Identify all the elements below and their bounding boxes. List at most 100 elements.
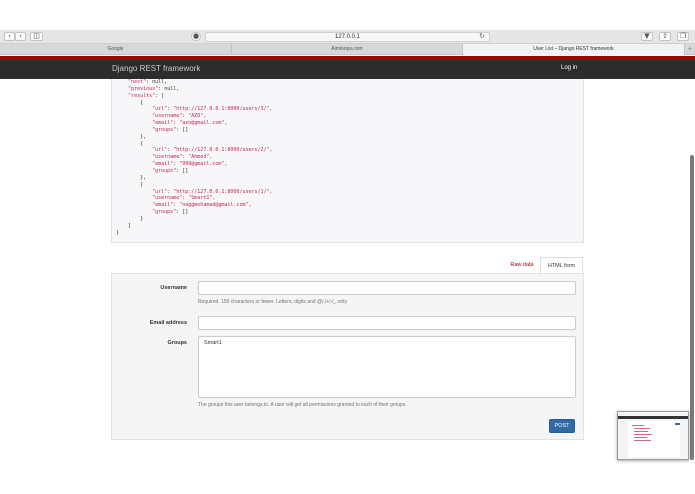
- json-key: "next": [128, 79, 147, 85]
- url-text: 127.0.0.1: [334, 34, 361, 40]
- json-key: "results": [128, 92, 156, 99]
- json-key: "previous": [128, 85, 159, 92]
- tab-user-list[interactable]: User List – Django REST framework: [463, 44, 685, 55]
- json-value: null,: [164, 85, 180, 92]
- response-line: {: [116, 141, 583, 148]
- json-value: {: [140, 140, 144, 147]
- response-line: ]: [116, 223, 583, 230]
- thumbnail-navbar: [618, 416, 688, 419]
- brand-link[interactable]: Django REST framework: [112, 64, 200, 73]
- tab-strip: Google Aimloops.com User List – Django R…: [0, 44, 695, 55]
- share-icon[interactable]: ⇧: [659, 32, 671, 41]
- json-key: "url": [152, 106, 168, 113]
- tab-label: Aimloops.com: [331, 46, 363, 52]
- response-line: "previous": null,: [128, 85, 180, 92]
- thumbnail-line: [632, 425, 644, 426]
- json-key: "groups": [152, 126, 177, 133]
- thumbnail-button: [675, 423, 680, 425]
- json-value: "http://127.0.0.1:8000/users/1/",: [173, 188, 273, 195]
- thumbnail-line: [634, 431, 648, 432]
- username-input[interactable]: [198, 281, 576, 295]
- reload-icon[interactable]: ↻: [479, 33, 485, 41]
- response-json: "next": null, "previous": null, "results…: [112, 79, 583, 236]
- browser-toolbar: ‹ › ◫ ● 127.0.0.1 ↻ ▼ ⇧ ❐: [0, 30, 695, 44]
- navbar: Django REST framework Log in: [0, 56, 695, 79]
- json-value: },: [140, 174, 147, 181]
- json-key: "url": [152, 188, 168, 195]
- json-value: []: [182, 126, 189, 133]
- response-line: "username": "Ahmed",: [152, 154, 213, 161]
- json-value: }: [116, 229, 120, 236]
- json-value: ]: [128, 222, 132, 229]
- response-line: "username": "Smart1",: [152, 195, 216, 202]
- json-value: {: [140, 99, 144, 106]
- groups-help: The groups this user belongs to. A user …: [198, 402, 407, 408]
- response-line: "groups": []: [152, 209, 189, 216]
- groups-select[interactable]: Smart1: [198, 336, 576, 398]
- json-value: []: [182, 209, 189, 216]
- json-key: "email": [152, 120, 174, 127]
- back-icon[interactable]: ‹: [4, 32, 15, 41]
- screenshot-thumbnail[interactable]: [617, 411, 689, 460]
- json-value: null,: [152, 79, 168, 85]
- thumbnail-line: [634, 440, 651, 441]
- json-value: }: [140, 215, 144, 222]
- json-key: "email": [152, 161, 174, 168]
- thumbnail-line: [634, 437, 647, 438]
- response-line: "username": "AZO",: [152, 113, 207, 120]
- json-key: "url": [152, 147, 168, 154]
- username-label: Username: [160, 285, 187, 291]
- json-value: [: [161, 92, 165, 99]
- response-line: },: [116, 175, 583, 182]
- tabs-overview-icon[interactable]: ❐: [677, 32, 689, 41]
- tab-google[interactable]: Google: [0, 44, 232, 55]
- json-value: "Smart1",: [188, 195, 216, 202]
- json-value: "AZO",: [188, 113, 207, 120]
- json-value: "http://127.0.0.1:8000/users/2/",: [173, 147, 273, 154]
- json-key: "username": [152, 113, 183, 120]
- post-form: Username Required. 150 characters or few…: [111, 273, 584, 440]
- tab-label: Google: [107, 46, 124, 52]
- json-value: "naggmohamad@gmail.com",: [179, 202, 252, 209]
- response-line: "next": null,: [128, 79, 168, 85]
- response-line: }: [116, 230, 583, 237]
- groups-option[interactable]: Smart1: [204, 340, 222, 346]
- groups-label: Groups: [167, 340, 187, 346]
- response-line: "email": "999@gmail.com",: [152, 161, 228, 168]
- response-line: "url": "http://127.0.0.1:8000/users/1/",: [152, 188, 273, 195]
- forward-icon[interactable]: ›: [15, 32, 26, 41]
- thumbnail-line: [634, 428, 650, 429]
- shield-icon[interactable]: ●: [191, 32, 201, 41]
- login-link[interactable]: Log in: [561, 65, 577, 71]
- page-scrollbar[interactable]: [690, 155, 694, 460]
- post-button[interactable]: POST: [549, 419, 575, 433]
- email-label: Email address: [149, 320, 187, 326]
- json-value: []: [182, 167, 189, 174]
- sidebar-icon[interactable]: ◫: [30, 32, 43, 41]
- json-value: "Ahmed",: [188, 154, 213, 161]
- tab-aimloops[interactable]: Aimloops.com: [232, 44, 463, 55]
- browser-window: ‹ › ◫ ● 127.0.0.1 ↻ ▼ ⇧ ❐ Google Aimloop…: [0, 0, 695, 494]
- response-line: "email": "naggmohamad@gmail.com",: [152, 202, 252, 209]
- response-line: }: [116, 216, 583, 223]
- json-value: "http://127.0.0.1:8000/users/3/",: [173, 106, 273, 113]
- response-line: "groups": []: [152, 126, 189, 133]
- response-line: "url": "http://127.0.0.1:8000/users/2/",: [152, 147, 273, 154]
- tab-html-form[interactable]: HTML form: [540, 257, 583, 273]
- response-line: "url": "http://127.0.0.1:8000/users/3/",: [152, 106, 273, 113]
- json-value: "999@gmail.com",: [179, 161, 228, 168]
- response-line: },: [116, 134, 583, 141]
- thumbnail-line: [634, 434, 652, 435]
- address-bar[interactable]: 127.0.0.1 ↻: [205, 32, 490, 42]
- thumbnail-body: [628, 421, 680, 457]
- download-icon[interactable]: ▼: [641, 32, 653, 41]
- email-input[interactable]: [198, 316, 576, 330]
- json-value: "azo@gmail.com",: [179, 120, 228, 127]
- response-line: "groups": []: [152, 167, 189, 174]
- tab-raw-data[interactable]: Raw data: [505, 257, 539, 273]
- json-key: "groups": [152, 167, 177, 174]
- tab-label: User List – Django REST framework: [533, 46, 614, 52]
- new-tab-icon[interactable]: +: [688, 44, 692, 55]
- json-key: "username": [152, 195, 183, 202]
- response-line: {: [116, 182, 583, 189]
